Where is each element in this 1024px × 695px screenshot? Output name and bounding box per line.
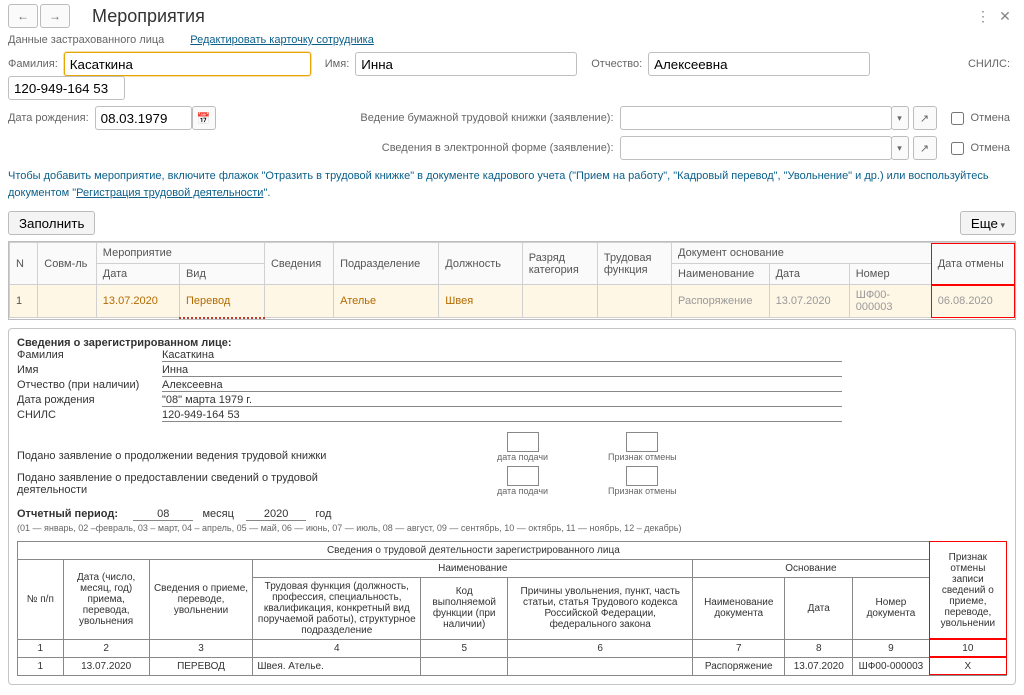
section-label: Данные застрахованного лица — [8, 34, 164, 46]
paper-book-open-button[interactable]: ↗ — [913, 106, 937, 130]
report-row: 1 13.07.2020 ПЕРЕВОД Швея. Ателье. Распо… — [18, 657, 1007, 675]
paper-date-box — [507, 432, 539, 452]
col-doc: Документ основание — [672, 243, 932, 264]
col-event: Мероприятие — [96, 243, 264, 264]
rcol-docdate: Дата — [785, 577, 853, 639]
period-month: 08 — [133, 508, 193, 521]
electronic-dropdown-icon[interactable]: ▾ — [891, 136, 909, 160]
patronymic-input[interactable] — [648, 52, 870, 76]
electronic-input[interactable] — [620, 136, 892, 160]
col-pos: Должность — [439, 243, 522, 285]
rcol-date: Дата (число, месяц, год) приема, перевод… — [63, 559, 149, 639]
kebab-menu-icon[interactable]: ⋮ — [972, 5, 994, 27]
registration-link[interactable]: Регистрация трудовой деятельности — [76, 187, 263, 199]
events-table[interactable]: N Совм-ль Мероприятие Сведения Подраздел… — [9, 242, 1015, 319]
rcol-cancel: Признак отмены записи сведений о приеме,… — [929, 541, 1006, 639]
snils-label: СНИЛС: — [968, 58, 1010, 70]
more-button[interactable]: Еще — [960, 211, 1016, 235]
dob-input[interactable] — [95, 106, 192, 130]
calendar-icon[interactable]: 📅 — [192, 106, 216, 130]
surname-label: Фамилия: — [8, 58, 58, 70]
rcol-reason: Причины увольнения, пункт, часть статьи,… — [508, 577, 693, 639]
paper-cancel-label: Отмена — [971, 112, 1010, 124]
name-input[interactable] — [355, 52, 577, 76]
forward-button[interactable]: → — [40, 4, 70, 28]
report-title: Сведения о трудовой деятельности зарегис… — [18, 541, 930, 559]
details-title: Сведения о зарегистрированном лице: — [17, 337, 1007, 349]
patronymic-label: Отчество: — [591, 58, 642, 70]
period-footnote: (01 — январь, 02 –февраль, 03 – март, 04… — [17, 523, 1007, 533]
col-doc-name: Наименование — [672, 264, 770, 285]
table-row[interactable]: 1 13.07.2020 Перевод Ателье Швея Распоря… — [10, 285, 1015, 318]
dob-label: Дата рождения: — [8, 112, 89, 124]
paper-book-label: Ведение бумажной трудовой книжки (заявле… — [360, 112, 613, 124]
edit-employee-link[interactable]: Редактировать карточку сотрудника — [190, 34, 374, 46]
col-sovm: Совм-ль — [38, 243, 97, 285]
name-label: Имя: — [325, 58, 349, 70]
col-dept: Подразделение — [334, 243, 439, 285]
surname-input[interactable] — [64, 52, 311, 76]
rcol-base: Основание — [693, 559, 930, 577]
rcol-docnum: Номер документа — [853, 577, 930, 639]
col-type: Вид — [179, 264, 264, 285]
col-doc-num: Номер — [849, 264, 931, 285]
rcol-info: Сведения о приеме, переводе, увольнении — [149, 559, 253, 639]
elec-cancel-box — [626, 466, 658, 486]
electronic-open-button[interactable]: ↗ — [913, 136, 937, 160]
close-icon[interactable]: ✕ — [994, 5, 1016, 27]
rcol-name: Наименование — [253, 559, 693, 577]
col-info: Сведения — [264, 243, 333, 285]
col-grade: Разряд категория — [522, 243, 597, 285]
col-doc-date: Дата — [769, 264, 849, 285]
paper-statement-label: Подано заявление о продолжении ведения т… — [17, 450, 377, 462]
details-panel: Сведения о зарегистрированном лице: Фами… — [8, 328, 1016, 685]
rcol-docname: Наименование документа — [693, 577, 785, 639]
paper-book-dropdown-icon[interactable]: ▾ — [891, 106, 909, 130]
fill-button[interactable]: Заполнить — [8, 211, 95, 235]
rcol-code: Код выполняемой функции (при наличии) — [421, 577, 508, 639]
paper-book-input[interactable] — [620, 106, 892, 130]
period-label: Отчетный период: — [17, 508, 118, 520]
electronic-label: Сведения в электронной форме (заявление)… — [382, 142, 614, 154]
report-table: Сведения о трудовой деятельности зарегис… — [17, 541, 1007, 676]
period-year: 2020 — [246, 508, 306, 521]
paper-cancel-box — [626, 432, 658, 452]
help-text: Чтобы добавить мероприятие, включите фла… — [8, 168, 1016, 201]
electronic-cancel-label: Отмена — [971, 142, 1010, 154]
elec-statement-label: Подано заявление о предоставлении сведен… — [17, 472, 377, 496]
page-title: Мероприятия — [92, 6, 205, 27]
col-n: N — [10, 243, 38, 285]
snils-input[interactable] — [8, 76, 125, 100]
col-func: Трудовая функция — [597, 243, 671, 285]
back-button[interactable]: ← — [8, 4, 38, 28]
rcol-func: Трудовая функция (должность, профессия, … — [253, 577, 421, 639]
col-date: Дата — [96, 264, 179, 285]
rcol-npn: № п/п — [18, 559, 64, 639]
elec-date-box — [507, 466, 539, 486]
electronic-cancel-checkbox[interactable] — [951, 142, 964, 155]
paper-cancel-checkbox[interactable] — [951, 112, 964, 125]
col-cancel: Дата отмены — [931, 243, 1014, 285]
